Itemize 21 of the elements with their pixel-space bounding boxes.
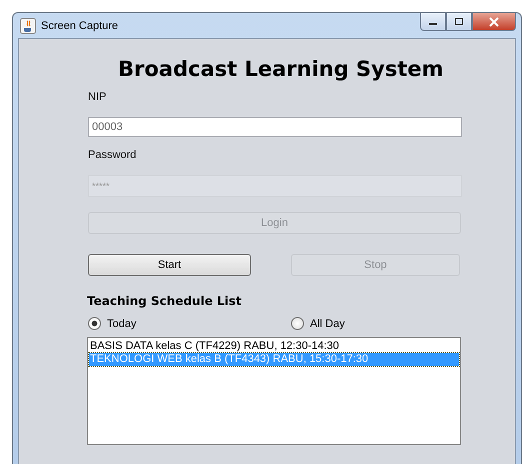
close-icon bbox=[488, 16, 500, 26]
close-button[interactable] bbox=[472, 13, 516, 31]
radio-icon[interactable] bbox=[291, 317, 304, 330]
radio-icon[interactable] bbox=[88, 317, 101, 330]
nip-field[interactable]: 00003 bbox=[88, 117, 462, 137]
password-label: Password bbox=[88, 149, 136, 161]
minimize-button[interactable] bbox=[420, 13, 446, 31]
maximize-button[interactable] bbox=[446, 13, 472, 31]
action-button[interactable]: Start bbox=[88, 254, 251, 276]
radio-label: All Day bbox=[310, 318, 345, 330]
java-cup-icon bbox=[20, 18, 36, 34]
maximize-icon bbox=[454, 17, 464, 26]
nip-label: NIP bbox=[88, 91, 106, 103]
list-item[interactable]: BASIS DATA kelas C (TF4229) RABU, 12:30-14:30 bbox=[89, 340, 459, 353]
window-title: Screen Capture bbox=[41, 20, 118, 32]
list-item[interactable]: TEKNOLOGI WEB kelas B (TF4343) RABU, 15:30-17:30 bbox=[89, 353, 459, 366]
section-heading: Teaching Schedule List bbox=[87, 294, 242, 308]
radio-label: Today bbox=[107, 318, 136, 330]
app-heading: Broadcast Learning System bbox=[118, 57, 444, 81]
radio-option[interactable]: Today bbox=[88, 317, 291, 330]
radio-option[interactable]: All Day bbox=[291, 317, 494, 330]
